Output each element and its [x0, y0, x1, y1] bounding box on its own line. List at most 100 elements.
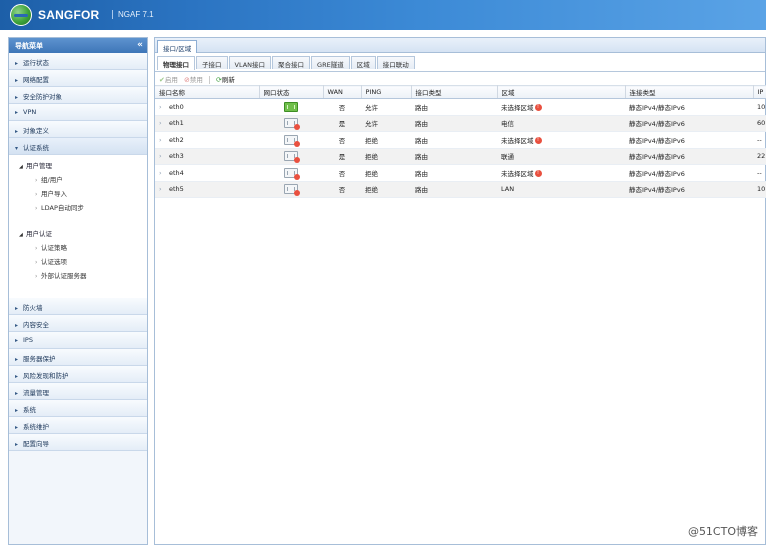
tab-interface-zone[interactable]: 接口/区域	[157, 40, 198, 53]
column-header[interactable]: 连接类型	[625, 85, 754, 99]
subtab[interactable]: GRE隧道	[311, 56, 350, 69]
sangfor-logo-icon	[10, 4, 32, 26]
zone-cell: 联通	[497, 148, 625, 165]
port-down-icon	[284, 167, 300, 180]
table-row[interactable]: › eth5 否拒绝 路由 LAN 静态IPv4/静态IPv6 10	[155, 181, 766, 198]
tree-leaf[interactable]: › 认证策略	[9, 240, 147, 254]
zone-cell[interactable]: 未选择区域!	[497, 131, 625, 149]
menu-item[interactable]: ▸ 防火墙	[9, 298, 147, 315]
chevron-right-icon: ▸	[15, 109, 19, 116]
tree-group-user-management[interactable]: ◢ 用户管理	[9, 158, 147, 172]
zone-cell[interactable]: 未选择区域!	[497, 164, 625, 182]
subtab[interactable]: 子接口	[196, 56, 228, 69]
ping-cell: 允许	[361, 98, 411, 116]
product-version: NGAF 7.1	[112, 10, 154, 19]
refresh-button[interactable]: ⟳刷新	[216, 74, 235, 84]
tree-leaf[interactable]: › 认证选项	[9, 254, 147, 268]
ping-cell: 拒绝	[361, 181, 411, 198]
chevron-right-icon[interactable]: ›	[159, 169, 169, 177]
column-header[interactable]: 区域	[497, 85, 626, 99]
ip-cell: 10	[753, 98, 766, 116]
interface-name[interactable]: eth5	[169, 185, 184, 193]
subtab[interactable]: 接口联动	[376, 56, 415, 69]
chevron-right-icon[interactable]: ›	[159, 136, 169, 144]
interface-name-cell[interactable]: › eth5	[155, 181, 259, 198]
interface-name[interactable]: eth0	[169, 103, 184, 111]
menu-item[interactable]: ▸ IPS	[9, 332, 147, 349]
menu-item-label: 风险发现和防护	[23, 372, 69, 380]
tree-leaf[interactable]: › 组/用户	[9, 172, 147, 186]
menu-item[interactable]: ▸ 安全防护对象	[9, 87, 147, 104]
menu-item-label: 防火墙	[23, 304, 43, 312]
column-header[interactable]: 接口名称	[155, 85, 260, 99]
interface-name[interactable]: eth1	[169, 119, 184, 127]
interface-name-cell[interactable]: › eth0	[155, 98, 259, 116]
subtab[interactable]: 聚合接口	[272, 56, 311, 69]
table-row[interactable]: › eth1 是允许 路由 电信 静态IPv4/静态IPv6 60	[155, 115, 766, 132]
menu-item[interactable]: ▸ 风险发现和防护	[9, 366, 147, 383]
column-header[interactable]: PING	[361, 85, 412, 99]
table-row[interactable]: › eth3 是拒绝 路由 联通 静态IPv4/静态IPv6 22	[155, 148, 766, 165]
menu-item[interactable]: ▸ 系统维护	[9, 417, 147, 434]
disable-label: 禁用	[189, 76, 203, 84]
ping-cell: 拒绝	[361, 164, 411, 182]
port-down-icon	[284, 184, 300, 197]
menu-item[interactable]: ▸ 内容安全	[9, 315, 147, 332]
menu-item[interactable]: ▸ 网络配置	[9, 70, 147, 87]
subtab[interactable]: 物理接口	[157, 56, 195, 70]
table-row[interactable]: › eth2 否拒绝 路由 未选择区域! 静态IPv4/静态IPv6 --	[155, 131, 766, 149]
tree-leaf[interactable]: › LDAP自动同步	[9, 200, 147, 214]
chevron-right-icon[interactable]: ›	[159, 103, 169, 111]
menu-item[interactable]: ▸ VPN	[9, 104, 147, 121]
tree-leaf[interactable]: › 用户导入	[9, 186, 147, 200]
interface-table: 接口名称 网口状态 WAN PING 接口类型 区域 连接类型 IP › eth0 否允许 路由 未选…	[155, 85, 766, 198]
chevron-right-icon[interactable]: ›	[159, 185, 169, 193]
tree-group-user-auth[interactable]: ◢ 用户认证	[9, 226, 147, 240]
menu-item-label: 流量管理	[23, 389, 49, 397]
tree-leaf-label: 外部认证服务器	[41, 272, 87, 280]
column-header[interactable]: IP	[753, 85, 766, 99]
interface-name[interactable]: eth2	[169, 136, 184, 144]
interface-name[interactable]: eth3	[169, 152, 184, 160]
double-chevron-left-icon[interactable]: «	[137, 40, 143, 50]
menu-item[interactable]: ▸ 对象定义	[9, 121, 147, 138]
tree-leaf[interactable]: › 外部认证服务器	[9, 268, 147, 282]
menu-item-label: 运行状态	[23, 59, 49, 67]
ip-cell: --	[753, 131, 766, 149]
chevron-right-icon[interactable]: ›	[159, 119, 169, 127]
column-header[interactable]: 网口状态	[259, 85, 324, 99]
table-row[interactable]: › eth4 否拒绝 路由 未选择区域! 静态IPv4/静态IPv6 --	[155, 164, 766, 182]
menu-item[interactable]: ▸ 配置向导	[9, 434, 147, 451]
subtab[interactable]: VLAN接口	[228, 56, 272, 69]
menu-item-auth-system[interactable]: ▾ 认证系统	[9, 138, 147, 155]
type-cell: 路由	[411, 115, 497, 132]
disable-button[interactable]: ⊘禁用	[184, 74, 203, 84]
enable-button[interactable]: ✔启用	[159, 74, 178, 84]
menu-item[interactable]: ▸ 系统	[9, 400, 147, 417]
type-cell: 路由	[411, 98, 497, 116]
column-header[interactable]: WAN	[323, 85, 362, 99]
interface-name-cell[interactable]: › eth1	[155, 115, 259, 132]
menu-item-label: 认证系统	[23, 144, 49, 152]
subtab[interactable]: 区域	[350, 56, 376, 69]
chevron-right-icon: ▸	[15, 373, 19, 380]
menu-item[interactable]: ▸ 运行状态	[9, 53, 147, 70]
zone-label: LAN	[501, 185, 515, 194]
main-panel: 接口/区域 物理接口 子接口 VLAN接口 聚合接口 GRE隧道 区域 接口联动 ✔启用 ⊘…	[154, 37, 766, 545]
interface-name[interactable]: eth4	[169, 169, 184, 177]
interface-name-cell[interactable]: › eth2	[155, 131, 259, 149]
menu-item-label: IPS	[23, 336, 33, 344]
table-row[interactable]: › eth0 否允许 路由 未选择区域! 静态IPv4/静态IPv6 10	[155, 98, 766, 116]
toolbar: ✔启用 ⊘禁用 ⟳刷新	[155, 72, 765, 85]
menu-item[interactable]: ▸ 服务器保护	[9, 349, 147, 366]
interface-name-cell[interactable]: › eth3	[155, 148, 259, 165]
column-header[interactable]: 接口类型	[411, 85, 498, 99]
interface-name-cell[interactable]: › eth4	[155, 164, 259, 182]
menu-item[interactable]: ▸ 流量管理	[9, 383, 147, 400]
chevron-right-icon[interactable]: ›	[159, 152, 169, 160]
connection-type-cell: 静态IPv4/静态IPv6	[625, 98, 753, 116]
menu-item-label: 对象定义	[23, 127, 49, 135]
chevron-down-icon: ▾	[15, 145, 19, 152]
type-cell: 路由	[411, 131, 497, 149]
zone-cell[interactable]: 未选择区域!	[497, 98, 625, 116]
